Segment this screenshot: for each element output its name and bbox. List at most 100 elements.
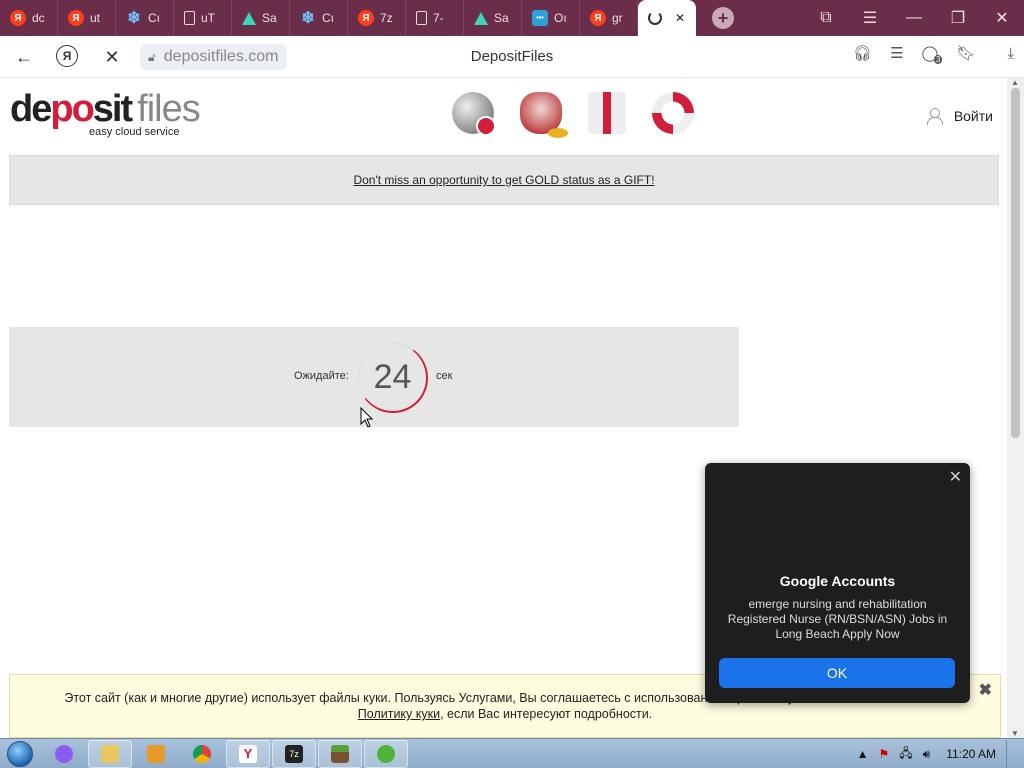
collections-icon[interactable]: ⧉ xyxy=(804,0,848,36)
gold-status-link[interactable]: Don't miss an opportunity to get GOLD st… xyxy=(353,173,654,187)
url-text: depositfiles.com xyxy=(163,48,279,65)
scroll-down-icon[interactable]: ▼ xyxy=(1011,729,1019,738)
7zip-icon: 7z xyxy=(285,744,303,763)
tab-10[interactable]: Яgr xyxy=(580,0,638,36)
chrome-icon xyxy=(193,744,211,763)
alice-icon xyxy=(55,744,73,763)
tab-8[interactable]: Sa xyxy=(464,0,522,36)
wallet-icon[interactable] xyxy=(520,92,568,138)
grid-icon: ••• xyxy=(532,10,548,26)
loading-spinner-icon xyxy=(648,11,662,25)
close-window-button[interactable]: ✕ xyxy=(980,0,1024,36)
tab-0[interactable]: Яdc xyxy=(0,0,58,36)
user-icon xyxy=(926,108,943,125)
yandex-icon: Я xyxy=(10,10,26,26)
start-button[interactable] xyxy=(0,739,40,768)
tab-label: gr xyxy=(612,11,623,25)
download-icon[interactable]: ⤓ xyxy=(1007,45,1014,62)
cookie-close-icon[interactable]: ✖ xyxy=(979,683,992,699)
lifebuoy-icon[interactable] xyxy=(652,92,694,134)
wait-label: Ожидайте: xyxy=(294,370,349,382)
taskbar: Y 7z ▲ ⚑ 🖧︎ 🔊︎ 11:20 AM xyxy=(0,738,1024,768)
site-logo[interactable]: deposit files easy cloud service xyxy=(10,88,201,138)
bookmark-icon[interactable]: 🔖︎ xyxy=(956,44,975,62)
lock-icon[interactable]: 🔓︎ xyxy=(148,50,156,65)
restore-button[interactable]: ❐ xyxy=(936,0,980,36)
logo-part: de xyxy=(10,88,52,130)
new-tab-button[interactable]: + xyxy=(712,7,734,29)
tab-label: uT xyxy=(201,11,216,25)
cookie-text-after: , если Вас интересуют подробности. xyxy=(440,707,653,721)
downloads-counter[interactable]: ◯ 3 xyxy=(922,44,943,64)
tab-list: Яdc Яut ❄ Cı uT Sa ❄ Cı Я 7z 7- Sa ••• Oı Яgr xyxy=(0,0,638,36)
taskbar-media[interactable] xyxy=(134,740,178,768)
media-player-icon xyxy=(147,744,165,763)
windows-logo-icon xyxy=(7,740,33,767)
tab-4[interactable]: Sa xyxy=(232,0,290,36)
taskbar-minecraft[interactable] xyxy=(318,739,362,768)
tab-6[interactable]: Я 7z xyxy=(348,0,406,36)
login-label: Войти xyxy=(953,108,993,124)
popup-close-icon[interactable]: ✕ xyxy=(949,467,962,487)
folder-icon xyxy=(101,744,119,763)
yandex-icon: Я xyxy=(358,10,374,26)
tab-2[interactable]: ❄ Cı xyxy=(116,0,174,36)
menu-icon[interactable]: ☰ xyxy=(848,0,892,36)
yandex-home-button[interactable]: Я xyxy=(56,45,78,67)
snowflake-icon: ❄ xyxy=(301,10,315,27)
cookie-policy-link[interactable]: Политику куки xyxy=(358,707,440,721)
url-field[interactable]: 🔓︎ depositfiles.com xyxy=(140,44,287,70)
countdown-timer: 24 xyxy=(358,343,428,413)
scroll-up-icon[interactable]: ▲ xyxy=(1011,78,1019,87)
document-icon xyxy=(416,11,427,25)
minecraft-icon xyxy=(331,744,349,763)
address-bar-actions: 🎧︎ ☰ ◯ 3 🔖︎ ⤓ xyxy=(853,44,1014,64)
minimize-button[interactable]: — xyxy=(892,0,936,36)
downloads-badge: 3 xyxy=(933,55,943,64)
yandex-icon: Я xyxy=(68,10,84,26)
popup-body: emerge nursing and rehabilitation Regist… xyxy=(727,597,948,641)
yandex-icon: Я xyxy=(590,10,606,26)
taskbar-chrome[interactable] xyxy=(180,740,224,768)
close-tab-icon[interactable]: ✕ xyxy=(675,11,685,25)
tab-5[interactable]: ❄ Cı xyxy=(290,0,348,36)
page-scrollbar[interactable]: ▲ ▼ xyxy=(1007,78,1024,738)
snowflake-icon: ❄ xyxy=(127,10,141,27)
back-button[interactable]: ← xyxy=(12,45,36,69)
tab-3[interactable]: uT xyxy=(174,0,232,36)
taskbar-7zip[interactable]: 7z xyxy=(272,739,316,768)
taskbar-explorer[interactable] xyxy=(88,739,132,768)
stop-loading-button[interactable]: ✕ xyxy=(100,45,124,69)
gift-icon[interactable] xyxy=(588,92,626,134)
gold-banner: Don't miss an opportunity to get GOLD st… xyxy=(9,155,999,205)
taskbar-yandex[interactable]: Y xyxy=(226,739,270,768)
tab-active[interactable]: ✕ xyxy=(638,0,696,36)
taskbar-utorrent[interactable] xyxy=(364,739,408,768)
popup-ok-button[interactable]: OK xyxy=(719,658,955,688)
reader-mode-icon[interactable]: ☰ xyxy=(890,44,903,62)
tab-label: ut xyxy=(90,11,101,25)
network-flag-icon[interactable]: ⚑ xyxy=(878,747,889,761)
tab-label: dc xyxy=(32,11,45,25)
volume-icon[interactable]: 🔊︎ xyxy=(923,747,931,762)
network-icon[interactable]: 🖧︎ xyxy=(899,744,912,765)
wait-box: Ожидайте: 24 сек xyxy=(9,327,739,427)
headphones-icon[interactable]: 🎧︎ xyxy=(853,44,872,62)
scrollbar-thumb[interactable] xyxy=(1011,88,1020,438)
tab-strip: Яdc Яut ❄ Cı uT Sa ❄ Cı Я 7z 7- Sa ••• Oı Яgr ✕ + ⧉ ☰ … xyxy=(0,0,1024,36)
upload-globe-icon[interactable] xyxy=(452,92,496,136)
logo-part-light: files xyxy=(137,88,201,130)
tab-7[interactable]: 7- xyxy=(406,0,464,36)
tab-label: 7z xyxy=(380,11,393,25)
notification-popup: ✕ Google Accounts emerge nursing and reh… xyxy=(705,463,970,703)
tray-expand-icon[interactable]: ▲ xyxy=(857,747,869,761)
triangle-icon xyxy=(474,11,488,25)
tab-9[interactable]: ••• Oı xyxy=(522,0,580,36)
show-desktop-button[interactable] xyxy=(1006,740,1016,768)
login-link[interactable]: Войти xyxy=(926,108,993,125)
document-icon xyxy=(184,11,195,25)
tab-1[interactable]: Яut xyxy=(58,0,116,36)
clock[interactable]: 11:20 AM xyxy=(946,747,996,761)
taskbar-alice[interactable] xyxy=(42,740,86,768)
popup-title: Google Accounts xyxy=(779,573,896,589)
